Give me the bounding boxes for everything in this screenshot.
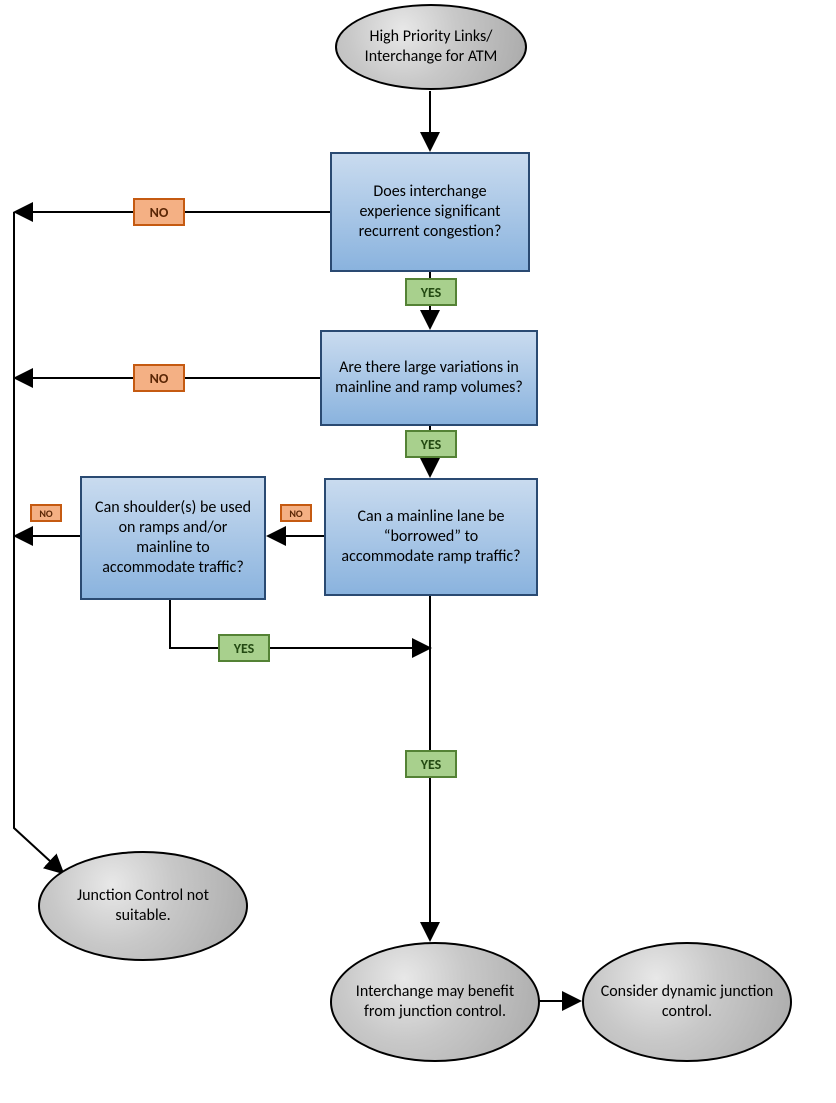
end-no-text: Junction Control not suitable. xyxy=(48,886,238,926)
end-not-suitable: Junction Control not suitable. xyxy=(38,851,248,961)
q2-yes-label: YES xyxy=(405,430,457,458)
end-consider-dynamic: Consider dynamic junction control. xyxy=(582,942,792,1062)
decision-q3: Can a mainline lane be “borrowed” to acc… xyxy=(324,478,538,596)
start-text: High Priority Links/ Interchange for ATM xyxy=(345,27,517,67)
decision-q1: Does interchange experience significant … xyxy=(330,152,530,272)
q2-no-label: NO xyxy=(133,364,185,392)
flowchart: High Priority Links/ Interchange for ATM… xyxy=(0,0,836,1103)
q4-yes-label: YES xyxy=(218,634,270,662)
q1-text: Does interchange experience significant … xyxy=(342,182,518,242)
decision-q4: Can shoulder(s) be used on ramps and/or … xyxy=(80,476,266,600)
q2-text: Are there large variations in mainline a… xyxy=(332,358,526,398)
q3-no-label: NO xyxy=(280,504,312,522)
end-benefit: Interchange may benefit from junction co… xyxy=(330,942,540,1062)
decision-q2: Are there large variations in mainline a… xyxy=(320,330,538,426)
q4-text: Can shoulder(s) be used on ramps and/or … xyxy=(92,498,254,578)
q4-no-label: NO xyxy=(30,504,62,522)
q1-no-label: NO xyxy=(133,198,185,226)
start-node: High Priority Links/ Interchange for ATM xyxy=(335,4,527,90)
q3-text: Can a mainline lane be “borrowed” to acc… xyxy=(336,507,526,567)
end-next-text: Consider dynamic junction control. xyxy=(592,982,782,1022)
q1-yes-label: YES xyxy=(405,278,457,306)
end-yes-text: Interchange may benefit from junction co… xyxy=(340,982,530,1022)
q3-yes-label: YES xyxy=(405,750,457,778)
